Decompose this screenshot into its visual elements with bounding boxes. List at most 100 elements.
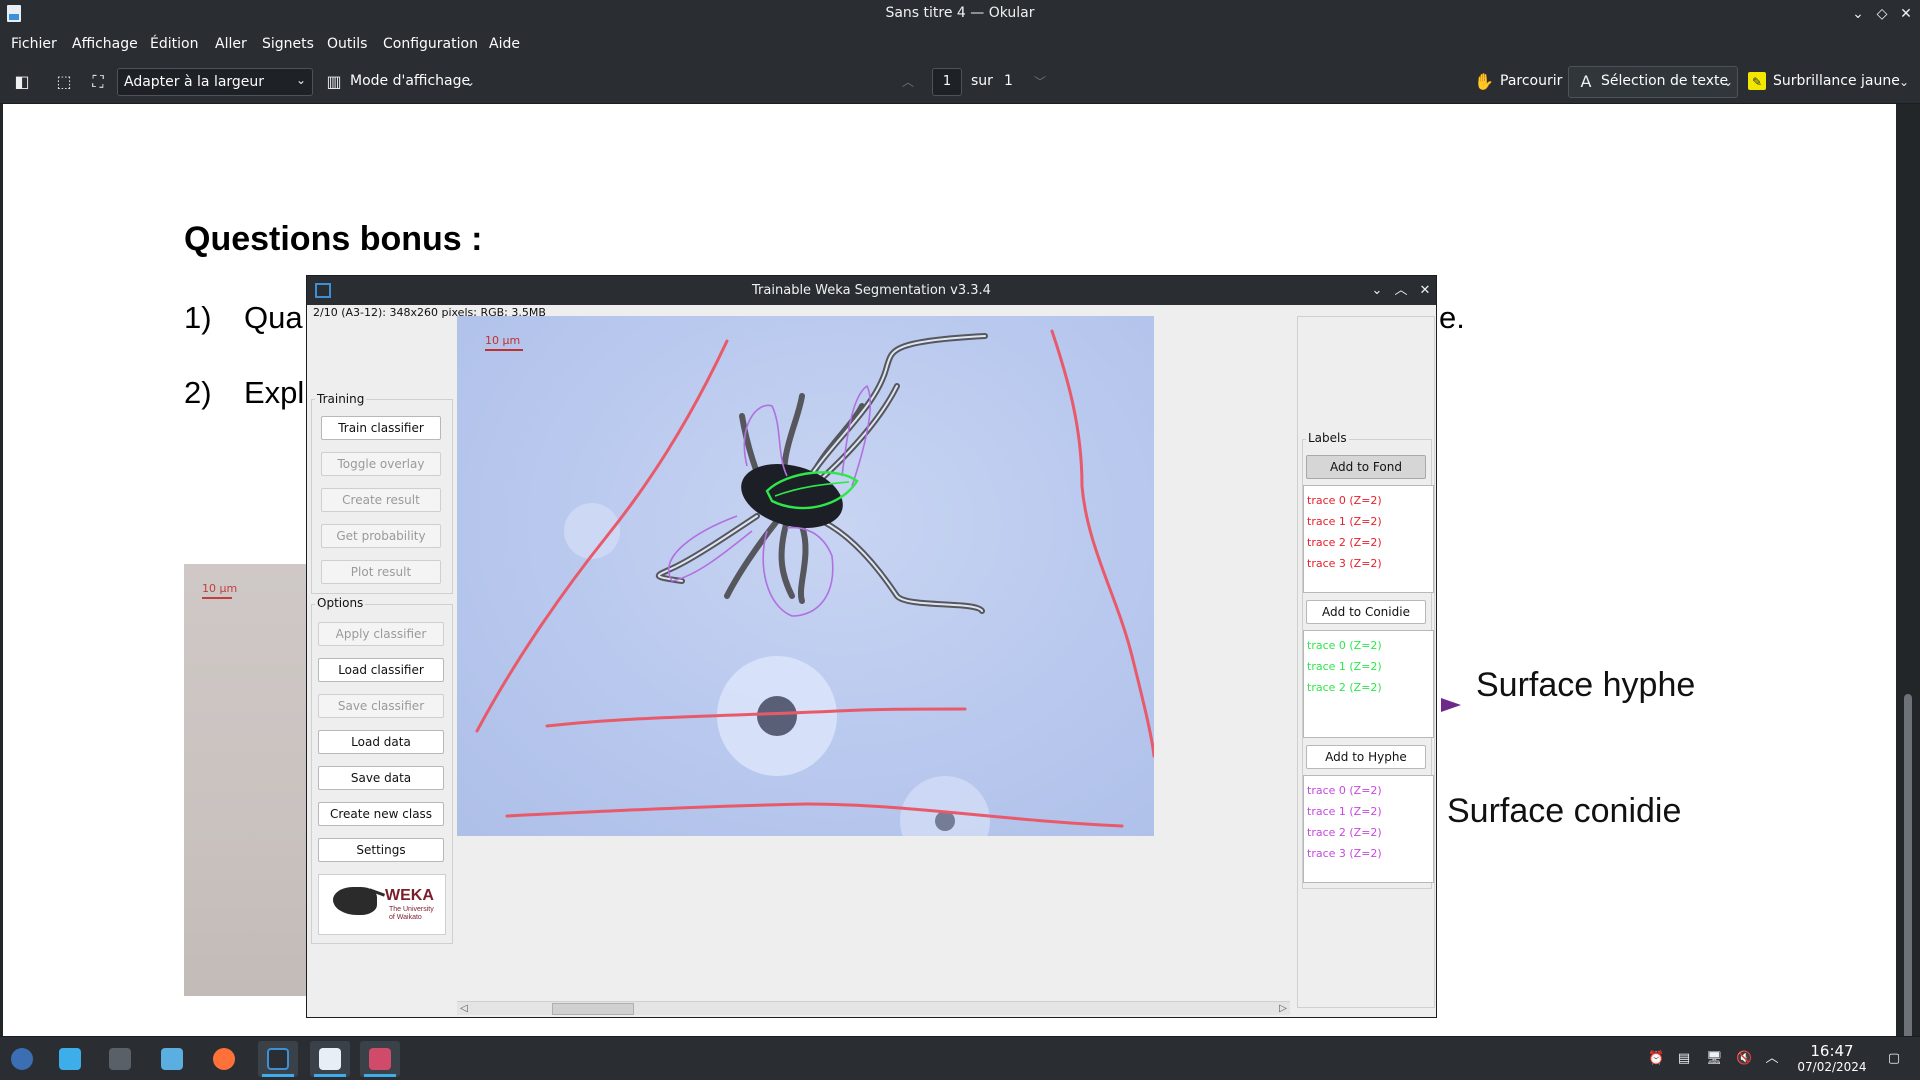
annotation-surface-hyphe: Surface hyphe (1476, 666, 1696, 704)
view-mode-button[interactable]: Mode d'affichage (350, 73, 470, 89)
menu-affichage[interactable]: Affichage (72, 34, 138, 54)
document-scrollbar-thumb[interactable] (1904, 694, 1912, 1080)
load-data-button[interactable]: Load data (318, 730, 444, 754)
close-icon[interactable]: ✕ (1415, 276, 1435, 305)
firefox-launcher[interactable] (204, 1041, 244, 1077)
weka-titlebar: Trainable Weka Segmentation v3.3.4 ⌄ ︿ ✕ (307, 276, 1436, 305)
menu-signets[interactable]: Signets (262, 34, 314, 54)
weka-window: Trainable Weka Segmentation v3.3.4 ⌄ ︿ ✕… (306, 275, 1437, 1018)
fond-trace-list[interactable]: trace 0 (Z=2) trace 1 (Z=2) trace 2 (Z=2… (1303, 485, 1434, 593)
okular-titlebar: Sans titre 4 — Okular ⌄ ◇ ✕ (0, 0, 1920, 28)
imagej-icon (315, 283, 331, 298)
menu-aide[interactable]: Aide (489, 34, 520, 54)
conidie-trace-list[interactable]: trace 0 (Z=2) trace 1 (Z=2) trace 2 (Z=2… (1303, 630, 1434, 738)
list-item[interactable]: trace 2 (Z=2) (1307, 677, 1430, 698)
chevron-down-icon[interactable]: ⌄ (460, 72, 480, 92)
save-classifier-button[interactable]: Save classifier (318, 694, 444, 718)
list-item[interactable]: trace 2 (Z=2) (1307, 822, 1430, 843)
list-item[interactable]: trace 3 (Z=2) (1307, 553, 1430, 574)
clipboard-icon[interactable]: ▤ (1676, 1051, 1692, 1067)
volume-muted-icon[interactable]: 🔇 (1736, 1051, 1752, 1067)
sidebar-toggle-icon[interactable]: ◧ (12, 72, 32, 92)
list-item[interactable]: trace 0 (Z=2) (1307, 490, 1430, 511)
zoom-combobox-value: Adapter à la largeur (124, 74, 265, 90)
hyphe-trace-list[interactable]: trace 0 (Z=2) trace 1 (Z=2) trace 2 (Z=2… (1303, 775, 1434, 883)
menu-edition[interactable]: Édition (150, 34, 198, 54)
list-item[interactable]: trace 1 (Z=2) (1307, 511, 1430, 532)
chevron-down-icon[interactable]: ⌄ (1894, 72, 1914, 92)
zoom-combobox[interactable]: Adapter à la largeur ⌄ (117, 68, 313, 96)
minimize-icon[interactable]: ⌄ (1367, 276, 1387, 305)
clock[interactable]: 16:47 07/02/2024 (1786, 1043, 1878, 1075)
dolphin-launcher[interactable] (152, 1041, 192, 1077)
canvas-scrollbar-thumb[interactable] (552, 1003, 634, 1015)
training-title: Training (315, 392, 367, 406)
weka-logo-word: WEKA (385, 887, 434, 904)
options-title: Options (315, 596, 366, 610)
zoom-select-icon[interactable]: ⬚ (54, 72, 74, 92)
highlighter-icon[interactable]: ✎ (1748, 72, 1766, 90)
maximize-icon[interactable]: ◇ (1872, 4, 1892, 24)
scroll-right-icon[interactable]: ▷ (1276, 1002, 1290, 1016)
system-settings-launcher[interactable] (100, 1041, 140, 1077)
text-selection-label: Sélection de texte (1601, 73, 1729, 89)
fedora-launcher[interactable] (2, 1041, 42, 1077)
add-to-fond-button[interactable]: Add to Fond (1306, 455, 1426, 479)
add-to-hyphe-button[interactable]: Add to Hyphe (1306, 745, 1426, 769)
page-number-input[interactable]: 1 (932, 68, 962, 96)
chevron-down-icon[interactable]: ⌄ (1718, 72, 1738, 92)
image-viewer-task[interactable] (360, 1041, 400, 1077)
get-probability-button[interactable]: Get probability (321, 524, 441, 548)
fit-page-icon[interactable]: ⛶ (88, 72, 108, 92)
list-item[interactable]: trace 1 (Z=2) (1307, 801, 1430, 822)
apply-classifier-button[interactable]: Apply classifier (318, 622, 444, 646)
question-2-text: Expl (244, 375, 305, 410)
settings-button[interactable]: Settings (318, 838, 444, 862)
discover-launcher[interactable] (50, 1041, 90, 1077)
list-item[interactable]: trace 0 (Z=2) (1307, 780, 1430, 801)
add-to-conidie-button[interactable]: Add to Conidie (1306, 600, 1426, 624)
show-desktop-icon[interactable]: ▢ (1886, 1051, 1902, 1067)
create-new-class-button[interactable]: Create new class (318, 802, 444, 826)
load-classifier-button[interactable]: Load classifier (318, 658, 444, 682)
heading-questions-bonus: Questions bonus : (184, 220, 483, 258)
next-page-icon[interactable]: ﹀ (1030, 72, 1050, 92)
fedora-icon (11, 1048, 33, 1070)
save-data-button[interactable]: Save data (318, 766, 444, 790)
image-canvas[interactable]: 10 µm (457, 316, 1154, 836)
toggle-overlay-button[interactable]: Toggle overlay (321, 452, 441, 476)
tray-expand-icon[interactable]: ︿ (1764, 1051, 1780, 1067)
labels-title: Labels (1306, 431, 1349, 445)
list-item[interactable]: trace 0 (Z=2) (1307, 635, 1430, 656)
browse-tool-button[interactable]: Parcourir (1500, 73, 1562, 89)
document-photo: 10 µm (184, 564, 312, 996)
list-item[interactable]: trace 2 (Z=2) (1307, 532, 1430, 553)
network-icon[interactable]: 🖥 (1706, 1051, 1723, 1067)
close-icon[interactable]: ✕ (1896, 4, 1916, 24)
okular-icon (319, 1048, 341, 1070)
menu-configuration[interactable]: Configuration (383, 34, 478, 54)
okular-task[interactable] (310, 1041, 350, 1077)
hand-icon[interactable]: ✋ (1474, 72, 1494, 92)
document-scrollbar[interactable] (1896, 104, 1920, 1080)
menu-outils[interactable]: Outils (327, 34, 367, 54)
view-mode-icon[interactable]: ▥ (324, 72, 344, 92)
menu-fichier[interactable]: Fichier (11, 34, 57, 54)
create-result-button[interactable]: Create result (321, 488, 441, 512)
plot-result-button[interactable]: Plot result (321, 560, 441, 584)
train-classifier-button[interactable]: Train classifier (321, 416, 441, 440)
alarm-icon[interactable]: ⏰ (1648, 1051, 1664, 1067)
highlight-tool-button[interactable]: Surbrillance jaune (1773, 73, 1900, 89)
list-item[interactable]: trace 1 (Z=2) (1307, 656, 1430, 677)
text-selection-icon: A (1580, 72, 1592, 91)
menu-aller[interactable]: Aller (215, 34, 247, 54)
previous-page-icon[interactable]: ︿ (898, 72, 918, 92)
list-item[interactable]: trace 3 (Z=2) (1307, 843, 1430, 864)
page-separator: sur (971, 73, 993, 89)
imagej-task[interactable] (258, 1041, 298, 1077)
maximize-icon[interactable]: ︿ (1391, 276, 1411, 305)
canvas-horizontal-scrollbar[interactable]: ◁ ▷ (457, 1001, 1290, 1015)
scroll-left-icon[interactable]: ◁ (457, 1002, 471, 1016)
weka-window-title: Trainable Weka Segmentation v3.3.4 (752, 283, 991, 298)
minimize-icon[interactable]: ⌄ (1848, 4, 1868, 24)
